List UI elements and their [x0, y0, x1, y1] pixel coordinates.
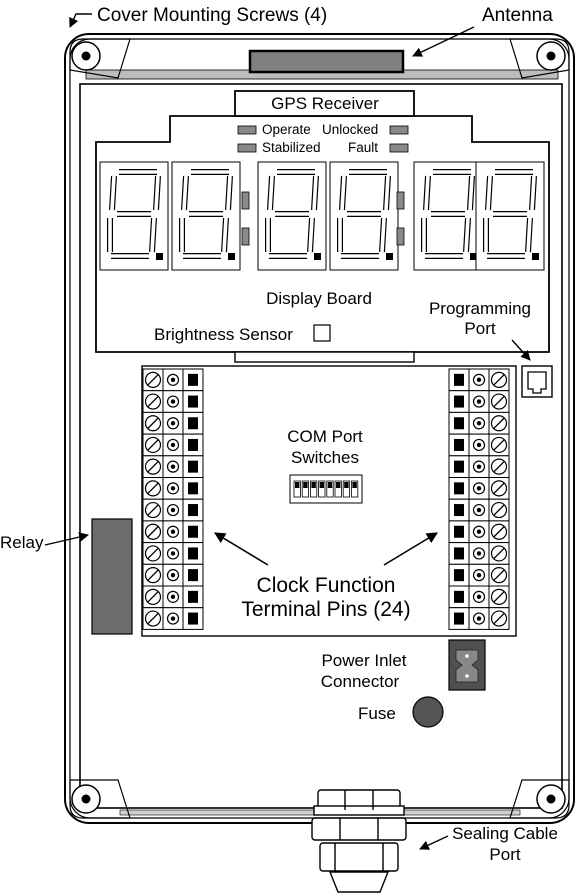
- gps-receiver-label: GPS Receiver: [271, 94, 379, 113]
- screw-icon: [71, 784, 101, 814]
- terminal-row: [142, 607, 204, 630]
- brightness-sensor: [313, 324, 331, 342]
- dip-switch[interactable]: [318, 480, 326, 498]
- digit-5: [413, 161, 483, 271]
- decimal-point: [228, 253, 235, 260]
- terminal-row: [142, 368, 204, 392]
- terminal-row: [448, 411, 510, 435]
- stabilized-indicator: [237, 143, 257, 153]
- operate-indicator: [237, 125, 257, 135]
- fuse-label: Fuse: [358, 704, 396, 723]
- dip-switch[interactable]: [293, 480, 301, 498]
- power-inlet-label-line2: Connector: [321, 672, 400, 691]
- digit-1: [99, 161, 169, 271]
- terminal-row: [448, 542, 510, 565]
- terminal-row: [142, 542, 204, 565]
- display-board-label: Display Board: [266, 289, 372, 308]
- relay-label: Relay: [0, 533, 44, 552]
- dip-switch[interactable]: [334, 480, 342, 498]
- cover-screws-leader: [69, 13, 92, 28]
- sealing-port-label-line1: Sealing Cable: [452, 824, 558, 843]
- terminal-row: [448, 455, 510, 478]
- decimal-point: [314, 253, 321, 260]
- terminal-block-left: [142, 368, 204, 630]
- fault-label: Fault: [348, 140, 378, 155]
- brightness-sensor-label: Brightness Sensor: [154, 325, 293, 344]
- sealing-port-label-line2: Port: [489, 845, 520, 864]
- terminal-row: [142, 390, 204, 413]
- terminal-row: [448, 368, 510, 392]
- antenna-leader: [412, 26, 475, 57]
- digit-4: [329, 161, 399, 271]
- terminal-block-right: [448, 368, 510, 630]
- sealing-port-leader: [419, 835, 449, 850]
- fault-indicator: [389, 143, 409, 153]
- relay-leader: [44, 532, 89, 546]
- dip-switch[interactable]: [309, 480, 318, 498]
- relay: [91, 518, 133, 635]
- digit-3: [257, 161, 327, 271]
- screw-icon: [536, 41, 566, 71]
- gps-clock-diagram: Cover Mounting Screws (4) Antenna GPS Re…: [0, 5, 575, 893]
- sealing-cable-port: [311, 789, 407, 893]
- unlocked-label: Unlocked: [322, 122, 378, 137]
- dip-switch[interactable]: [301, 480, 310, 498]
- terminal-row: [142, 433, 204, 457]
- display-tab: [234, 351, 415, 363]
- clock-function-label-line1: Clock Function: [257, 574, 396, 597]
- programming-port-jack: [521, 365, 553, 398]
- dip-switch[interactable]: [326, 480, 334, 498]
- terminal-row: [448, 433, 510, 457]
- terminal-row: [448, 563, 510, 587]
- decimal-point: [156, 253, 163, 260]
- screw-icon: [71, 41, 101, 71]
- terminal-row: [142, 563, 204, 587]
- dip-switch[interactable]: [350, 480, 359, 498]
- fuse: [412, 696, 444, 728]
- seven-segment-display: [99, 161, 545, 271]
- terminal-row: [448, 390, 510, 413]
- decimal-point: [532, 253, 539, 260]
- cover-screws-label: Cover Mounting Screws (4): [97, 5, 327, 26]
- terminal-row: [142, 477, 204, 500]
- clock-function-label-line2: Terminal Pins (24): [241, 598, 410, 621]
- operate-label: Operate: [262, 122, 311, 137]
- programming-port-label-line1: Programming: [429, 299, 531, 318]
- terminal-row: [142, 520, 204, 544]
- terminal-row: [142, 455, 204, 478]
- dip-switch[interactable]: [342, 480, 351, 498]
- terminal-row: [448, 607, 510, 630]
- terminal-row: [142, 498, 204, 522]
- com-port-label-line2: Switches: [291, 448, 359, 467]
- terminal-row: [448, 498, 510, 522]
- power-inlet-label-line1: Power Inlet: [321, 651, 406, 670]
- stabilized-label: Stabilized: [262, 140, 321, 155]
- terminal-row: [142, 411, 204, 435]
- programming-port-label-line2: Port: [464, 319, 495, 338]
- decimal-point: [386, 253, 393, 260]
- terminal-row: [448, 520, 510, 544]
- antenna-bar: [248, 49, 405, 74]
- terminal-row: [142, 585, 204, 609]
- dip-switch-bank: [289, 474, 363, 504]
- screw-icon: [536, 784, 566, 814]
- com-port-label-line1: COM Port: [287, 427, 363, 446]
- terminal-row: [448, 585, 510, 609]
- antenna-label: Antenna: [482, 5, 553, 26]
- digit-2: [171, 161, 241, 271]
- power-inlet-connector: [448, 639, 486, 691]
- terminal-row: [448, 477, 510, 500]
- unlocked-indicator: [389, 125, 409, 135]
- digit-6: [475, 161, 545, 271]
